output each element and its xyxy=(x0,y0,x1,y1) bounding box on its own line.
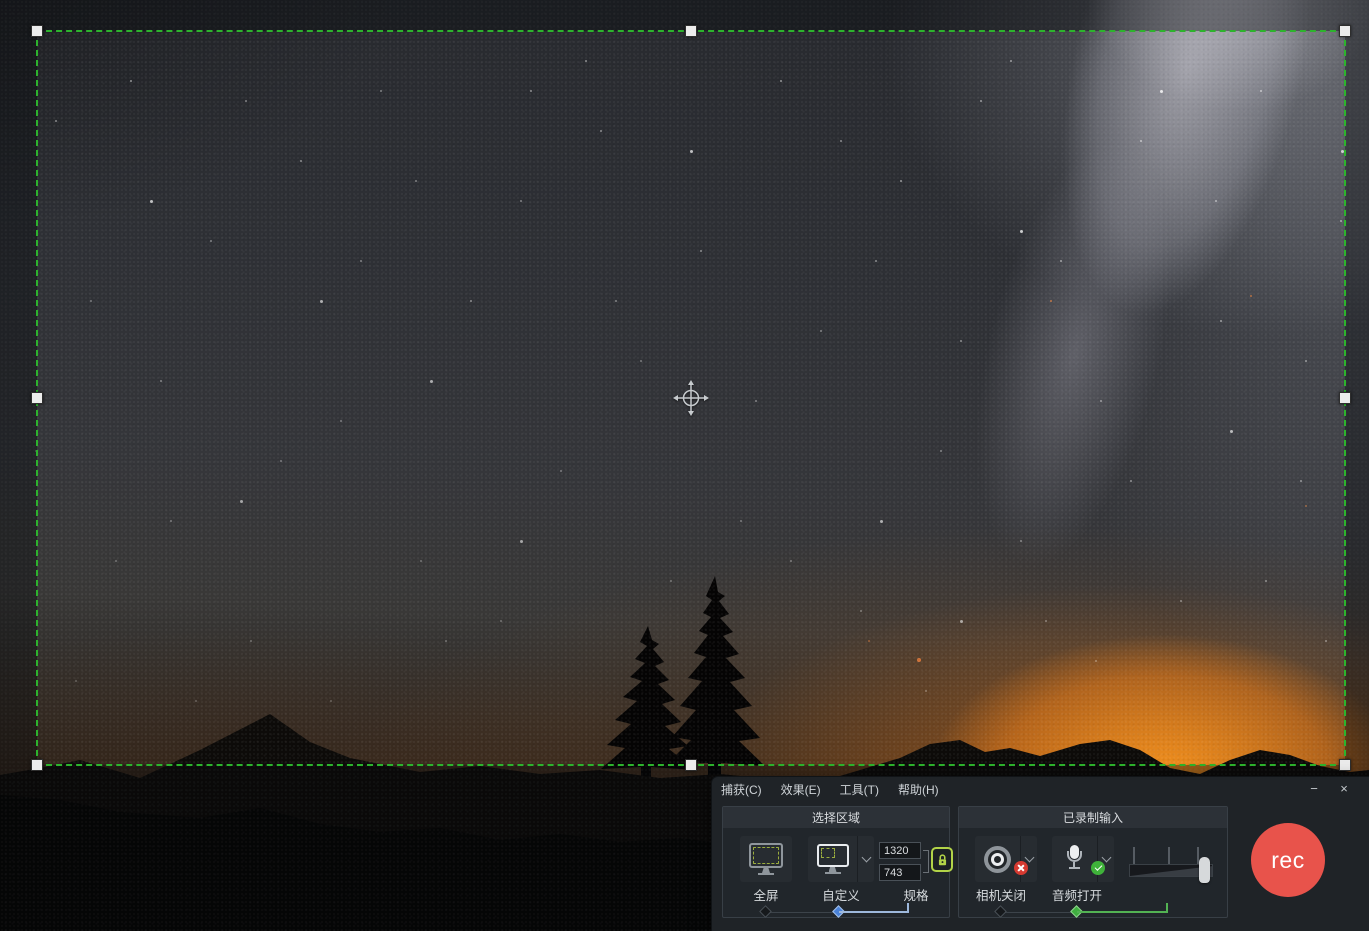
chevron-down-icon xyxy=(1101,853,1111,863)
lock-icon xyxy=(936,852,949,868)
menu-capture[interactable]: 捕获(C) xyxy=(721,781,762,798)
close-icon[interactable]: × xyxy=(1335,779,1353,797)
audio-status-label: 音频打开 xyxy=(1035,885,1119,904)
resize-handle-bottom-center[interactable] xyxy=(685,759,697,771)
audio-dropdown[interactable] xyxy=(1098,836,1114,882)
recorded-inputs-panel: 已录制输入 相机关闭 xyxy=(958,806,1228,918)
window-controls: − × xyxy=(1305,779,1353,797)
capture-height-input[interactable] xyxy=(879,864,921,881)
meter-tick xyxy=(1168,847,1170,864)
audio-on-badge-icon xyxy=(1091,861,1105,875)
camera-icon xyxy=(975,836,1020,882)
indicator-connector xyxy=(766,912,839,913)
volume-slider-thumb[interactable] xyxy=(1199,857,1210,883)
resize-handle-bottom-left[interactable] xyxy=(31,759,43,771)
aspect-lock-button[interactable] xyxy=(931,847,953,872)
resize-handle-top-right[interactable] xyxy=(1339,25,1351,37)
meter-tick xyxy=(1133,847,1135,864)
custom-region-dropdown[interactable] xyxy=(858,836,874,882)
recorder-toolbar: 捕获(C) 效果(E) 工具(T) 帮助(H) − × 选择区域 全屏 xyxy=(712,777,1369,931)
monitor-custom-icon xyxy=(808,836,857,882)
custom-indicator-line xyxy=(839,911,909,913)
minimize-icon[interactable]: − xyxy=(1305,779,1323,797)
menu-effects[interactable]: 效果(E) xyxy=(781,781,821,798)
menu-bar: 捕获(C) 效果(E) 工具(T) 帮助(H) xyxy=(721,777,939,801)
indicator-connector xyxy=(1001,912,1077,913)
chevron-down-icon xyxy=(861,853,871,863)
resize-handle-mid-left[interactable] xyxy=(31,392,43,404)
recorded-inputs-panel-title: 已录制输入 xyxy=(959,807,1227,828)
record-button-label: rec xyxy=(1271,847,1304,874)
audio-toggle-button[interactable] xyxy=(1052,836,1114,882)
screen: 捕获(C) 效果(E) 工具(T) 帮助(H) − × 选择区域 全屏 xyxy=(0,0,1369,931)
monitor-fullscreen-icon xyxy=(749,843,783,875)
resize-handle-bottom-right[interactable] xyxy=(1339,759,1351,771)
audio-indicator-line xyxy=(1077,911,1168,913)
fullscreen-indicator-diamond[interactable] xyxy=(759,905,772,918)
menu-tools[interactable]: 工具(T) xyxy=(840,781,879,798)
camera-off-badge-icon xyxy=(1014,861,1028,875)
menu-help[interactable]: 帮助(H) xyxy=(898,781,939,798)
custom-indicator-tick xyxy=(907,903,909,913)
fullscreen-label: 全屏 xyxy=(740,885,792,904)
custom-label: 自定义 xyxy=(808,885,874,904)
fullscreen-button[interactable] xyxy=(740,836,792,882)
capture-width-input[interactable] xyxy=(879,842,921,859)
custom-region-button[interactable] xyxy=(808,836,874,882)
resize-handle-mid-right[interactable] xyxy=(1339,392,1351,404)
audio-indicator-tick xyxy=(1166,903,1168,913)
dimension-link-bracket xyxy=(923,850,929,873)
camera-indicator-diamond[interactable] xyxy=(994,905,1007,918)
move-crosshair-icon xyxy=(673,380,709,416)
microphone-icon xyxy=(1052,836,1097,882)
camera-dropdown[interactable] xyxy=(1021,836,1037,882)
resize-handle-top-center[interactable] xyxy=(685,25,697,37)
select-region-panel-title: 选择区域 xyxy=(723,807,949,828)
camera-toggle-button[interactable] xyxy=(975,836,1037,882)
record-button[interactable]: rec xyxy=(1251,823,1325,897)
recorder-titlebar: 捕获(C) 效果(E) 工具(T) 帮助(H) − × xyxy=(712,777,1369,801)
camera-status-label: 相机关闭 xyxy=(959,885,1043,904)
select-region-panel: 选择区域 全屏 自定义 xyxy=(722,806,950,918)
chevron-down-icon xyxy=(1024,853,1034,863)
resize-handle-top-left[interactable] xyxy=(31,25,43,37)
spec-label: 规格 xyxy=(879,885,953,904)
